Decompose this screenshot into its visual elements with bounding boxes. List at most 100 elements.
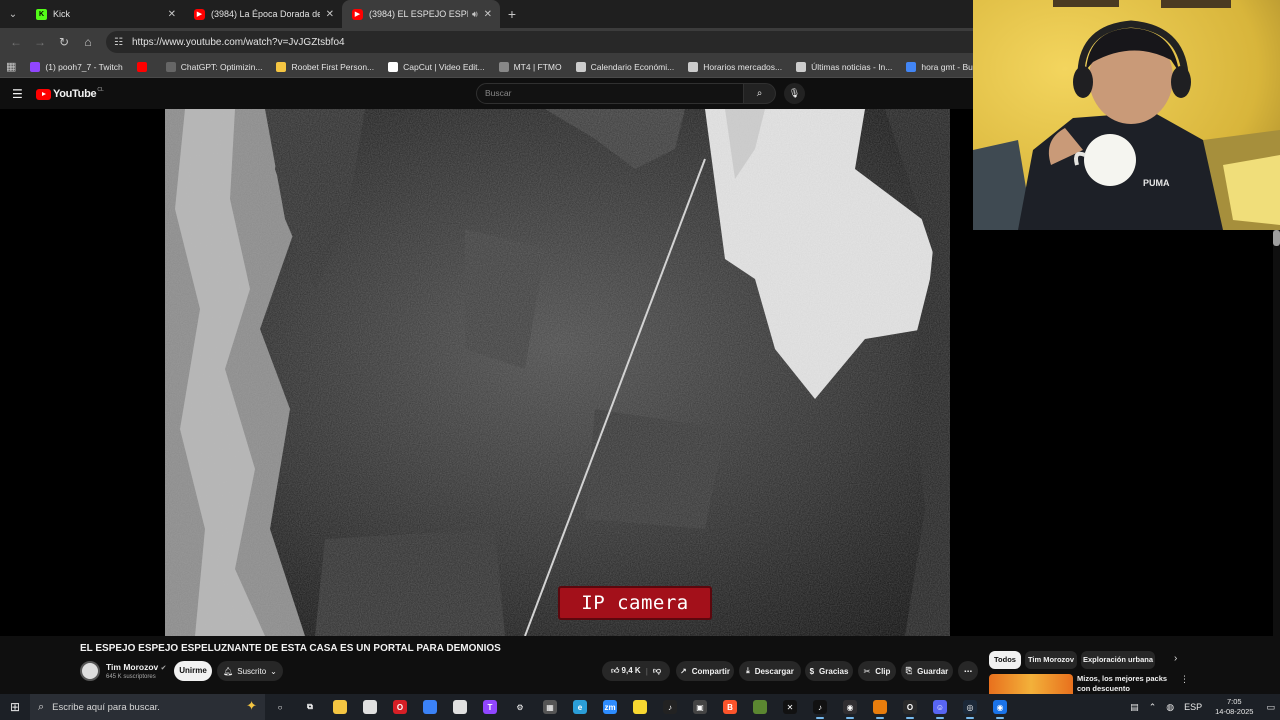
clip-button[interactable]: ✂ Clip — [858, 661, 896, 681]
taskbar-app[interactable]: ◎ — [955, 694, 985, 720]
verified-icon: ✔ — [160, 665, 167, 672]
bookmark-item[interactable] — [136, 61, 152, 72]
document-icon — [453, 700, 467, 714]
youtube-logo[interactable]: YouTube CL — [36, 87, 104, 100]
taskbar-app[interactable] — [415, 694, 445, 720]
taskbar-app[interactable]: ▣ — [685, 694, 715, 720]
taskbar-app[interactable]: ○ — [265, 694, 295, 720]
taskbar-app[interactable]: e — [565, 694, 595, 720]
taskbar-app[interactable]: O — [895, 694, 925, 720]
taskbar-app[interactable]: ⚙ — [505, 694, 535, 720]
chip-urban-exploration[interactable]: Exploración urbana — [1081, 651, 1155, 669]
bookmark-item[interactable]: Calendario Económi... — [575, 61, 674, 72]
tab-label: (3984) EL ESPEJO ESPEJO E — [369, 9, 468, 19]
taskbar-app[interactable] — [445, 694, 475, 720]
investing-icon — [575, 61, 586, 72]
taskbar-app[interactable] — [745, 694, 775, 720]
share-button[interactable]: ↗ Compartir — [676, 661, 734, 681]
taskbar-app[interactable] — [325, 694, 355, 720]
taskbar-app[interactable]: ✕ — [775, 694, 805, 720]
speaker-icon[interactable]: 🔊︎ — [472, 9, 478, 20]
youtube-icon: ▶ — [194, 8, 205, 20]
search-icon[interactable]: ⌕ — [744, 83, 776, 104]
bookmark-item[interactable]: CapCut | Video Edit... — [388, 61, 485, 72]
thanks-button[interactable]: $ Gracias — [805, 661, 853, 681]
youtube-play-icon — [36, 88, 51, 100]
chip-todos[interactable]: Todos — [989, 651, 1021, 669]
taskbar-app[interactable]: O — [385, 694, 415, 720]
chip-channel[interactable]: Tim Morozov — [1025, 651, 1077, 669]
join-button[interactable]: Unirme — [174, 661, 212, 681]
microphone-icon[interactable]: 🎙︎ — [784, 83, 805, 104]
zoom-icon: zm — [603, 700, 617, 714]
suggested-video-title[interactable]: Mizos, los mejores packs con descuento — [1077, 674, 1177, 694]
bookmark-item[interactable]: Roobet First Person... — [276, 61, 374, 72]
scrollbar-thumb[interactable] — [1273, 230, 1280, 246]
network-icon[interactable]: ◍ — [1166, 702, 1174, 713]
tab-youtube-golden-age[interactable]: ▶ (3984) La Época Dorada de You ✕ — [184, 0, 342, 28]
download-icon: ⤓ — [746, 666, 750, 675]
bookmark-item[interactable]: Últimas noticias - In... — [796, 61, 892, 72]
bookmark-item[interactable]: ChatGPT: Optimizin... — [165, 61, 262, 72]
taskbar-app[interactable]: ♪ — [805, 694, 835, 720]
ip-camera-label: IP camera — [558, 586, 712, 620]
back-arrow-icon[interactable]: ← — [4, 35, 28, 49]
chevron-right-icon[interactable]: › — [1174, 653, 1177, 664]
search-input[interactable]: Buscar — [476, 83, 744, 104]
taskbar-app[interactable] — [865, 694, 895, 720]
google-icon — [906, 61, 917, 72]
taskbar-app[interactable]: ▦ — [535, 694, 565, 720]
new-tab-button[interactable]: + — [500, 6, 524, 22]
minecraft-icon — [753, 700, 767, 714]
more-actions-icon[interactable]: ⋯ — [958, 661, 978, 681]
forward-arrow-icon[interactable]: → — [28, 35, 52, 49]
thumb-down-icon[interactable]: 👎︎ — [653, 666, 661, 676]
taskbar-app[interactable]: B — [715, 694, 745, 720]
taskbar-app[interactable]: ⧉ — [295, 694, 325, 720]
save-button[interactable]: ⎘ Guardar — [901, 661, 953, 681]
tab-youtube-espejo[interactable]: ▶ (3984) EL ESPEJO ESPEJO E 🔊︎ ✕ — [342, 0, 500, 28]
taskbar-app[interactable]: ◉ — [985, 694, 1015, 720]
twitch-icon — [30, 61, 41, 72]
like-button[interactable]: 👍︎ 9,4 K — [611, 666, 641, 676]
taskbar-app[interactable]: ♪ — [655, 694, 685, 720]
calculator-icon: ▦ — [543, 700, 557, 714]
clock[interactable]: 7:05 14-08-2025 — [1215, 697, 1253, 717]
tab-search-chevron-icon[interactable]: ⌄ — [0, 0, 26, 28]
reload-icon[interactable]: ↻ — [52, 35, 76, 49]
close-tab-icon[interactable]: ✕ — [326, 9, 334, 20]
close-tab-icon[interactable]: ✕ — [484, 9, 492, 20]
news-widget-icon[interactable]: ▤ — [1130, 702, 1139, 713]
notifications-icon[interactable]: ▭ — [1266, 702, 1275, 713]
sticky-notes-icon — [633, 700, 647, 714]
windows-start-icon[interactable]: ⊞ — [0, 700, 30, 714]
suggested-video-thumbnail[interactable] — [989, 674, 1073, 694]
more-vert-icon[interactable]: ⋮ — [1180, 674, 1189, 685]
taskbar-app[interactable]: ☺ — [925, 694, 955, 720]
taskbar-app[interactable] — [625, 694, 655, 720]
subscribed-button[interactable]: 🔔︎ Suscrito ⌄ — [217, 661, 283, 681]
taskbar-app[interactable]: T — [475, 694, 505, 720]
channel-name[interactable]: Tim Morozov ✔ — [106, 662, 167, 672]
taskbar-app[interactable]: zm — [595, 694, 625, 720]
channel-avatar[interactable] — [80, 661, 100, 681]
download-button[interactable]: ⤓ Descargar — [739, 661, 801, 681]
close-tab-icon[interactable]: ✕ — [168, 9, 176, 20]
taskbar-search-input[interactable]: ⌕ Escribe aquí para buscar. ✦ — [30, 694, 265, 720]
youtube-icon — [136, 61, 147, 72]
bookmark-item[interactable]: MT4 | FTMO — [498, 61, 562, 72]
site-info-icon[interactable]: ☷ — [114, 37, 123, 48]
bookmark-item[interactable]: (1) pooh7_7 - Twitch — [30, 61, 123, 72]
apps-grid-icon[interactable]: ▦ — [6, 60, 16, 73]
tab-kick[interactable]: K Kick ✕ — [26, 0, 184, 28]
chevron-up-icon[interactable]: ⌃ — [1149, 702, 1157, 713]
home-icon[interactable]: ⌂ — [76, 35, 100, 49]
media-icon: ▣ — [693, 700, 707, 714]
address-bar[interactable]: ☷ https://www.youtube.com/watch?v=JvJGZt… — [106, 31, 1006, 53]
language-indicator[interactable]: ESP — [1184, 702, 1202, 712]
thumb-up-icon: 👍︎ — [610, 666, 620, 675]
bookmark-item[interactable]: Horarios mercados... — [688, 61, 782, 72]
taskbar-app[interactable]: ◉ — [835, 694, 865, 720]
hamburger-menu-icon[interactable]: ☰ — [12, 87, 23, 101]
taskbar-app[interactable] — [355, 694, 385, 720]
